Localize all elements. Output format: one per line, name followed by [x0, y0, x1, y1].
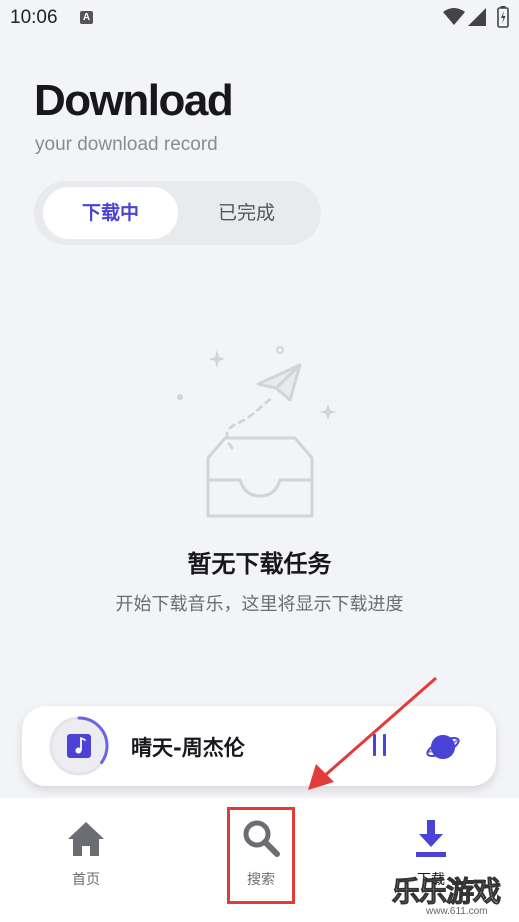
watermark-url: www.611.com: [426, 906, 488, 917]
annotation-arrow: [308, 676, 437, 790]
nav-home-label: 首页: [72, 872, 100, 888]
watermark: 乐乐游戏 www.611.com: [386, 870, 519, 922]
home-icon: [68, 822, 104, 856]
song-title: 晴天-周杰伦: [131, 736, 245, 760]
tab-completed[interactable]: 已完成: [184, 187, 309, 239]
notification-icon: A: [80, 11, 93, 24]
tab-downloading[interactable]: 下载中: [43, 187, 178, 239]
status-time: 10:06: [10, 7, 58, 28]
signal-icon: [468, 8, 486, 26]
watermark-text: 乐乐游戏: [391, 875, 501, 909]
status-bar: 10:06 A: [0, 0, 519, 36]
page-title: Download: [34, 76, 234, 125]
battery-icon: [497, 6, 509, 28]
progress-ring: [49, 716, 109, 776]
empty-state-title: 暂无下载任务: [187, 550, 332, 578]
wifi-icon: [443, 8, 465, 25]
download-icon: [416, 820, 446, 857]
tab-bar: 下载中 已完成: [34, 181, 321, 245]
empty-state-description: 开始下载音乐，这里将显示下载进度: [115, 594, 404, 615]
nav-home[interactable]: 首页: [26, 798, 146, 922]
empty-inbox-illustration: [177, 346, 336, 518]
highlight-box: [227, 807, 295, 904]
music-note-icon: [67, 734, 91, 758]
page-subtitle: your download record: [35, 134, 218, 155]
